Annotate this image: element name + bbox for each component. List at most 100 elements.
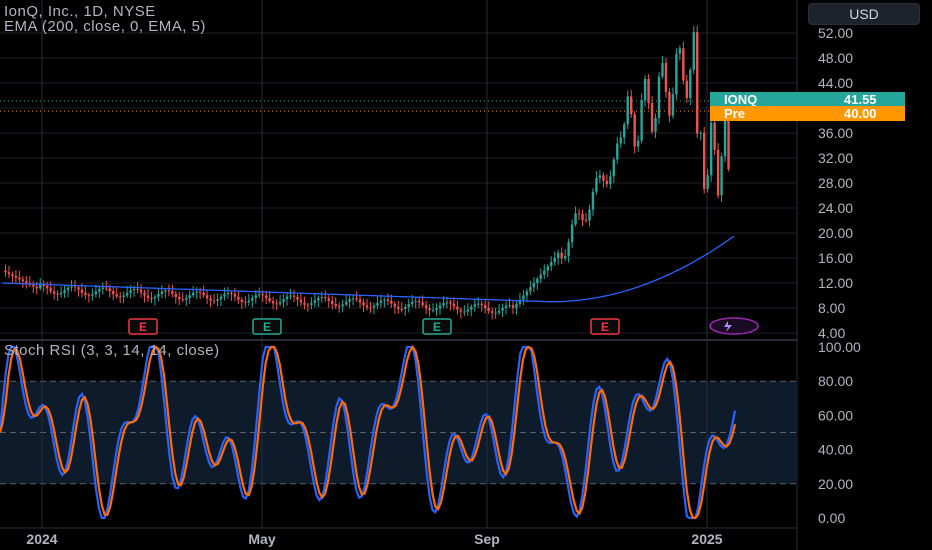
candle-body: [261, 294, 264, 296]
price-axis-label: 44.00: [818, 75, 853, 91]
time-axis-label: May: [248, 531, 275, 547]
chart-canvas[interactable]: 52.00 48.00 44.00 40.00 36.00 32.00 28.00 24.00…: [0, 0, 932, 550]
earnings-marker-label: E: [263, 320, 271, 334]
candle-body: [317, 297, 320, 301]
candle-body: [497, 310, 501, 313]
candle-body: [553, 258, 556, 263]
candle-body: [483, 305, 487, 308]
candle-body: [216, 299, 219, 301]
candle-body: [650, 103, 654, 132]
candle-body: [191, 292, 195, 296]
candle-body: [723, 121, 727, 157]
candle-body: [664, 62, 668, 92]
candle-body: [146, 295, 150, 298]
candle-body: [185, 298, 188, 300]
premarket-label: Pre: [724, 106, 745, 121]
candle-body: [310, 303, 313, 305]
candle-body: [584, 219, 588, 221]
candle-body: [80, 289, 84, 293]
candle-body: [629, 96, 633, 115]
candle-body: [494, 312, 497, 314]
candle-body: [171, 291, 174, 294]
candle-body: [254, 295, 257, 298]
candle-body: [341, 304, 344, 307]
candle-body: [602, 175, 605, 181]
candle-body: [247, 300, 251, 303]
candle-body: [442, 303, 445, 306]
candle-body: [129, 290, 132, 293]
candle-body: [181, 299, 184, 301]
candle-body: [240, 299, 244, 302]
candle-body: [685, 80, 689, 99]
price-axis-label: 52.00: [818, 25, 853, 41]
ema-line: [1, 235, 735, 303]
candle-body: [14, 275, 18, 278]
candle-body: [390, 300, 393, 304]
candle-body: [7, 272, 11, 275]
price-axis-label: 16.00: [818, 250, 853, 266]
candle-body: [202, 292, 205, 296]
candle-body: [709, 122, 713, 176]
candle-body: [696, 32, 699, 134]
candles: [4, 25, 730, 320]
candle-body: [661, 62, 664, 77]
candle-body: [348, 299, 351, 302]
candle-body: [376, 302, 379, 306]
candle-body: [706, 175, 709, 189]
candle-body: [167, 290, 171, 292]
candle-body: [94, 291, 98, 295]
candle-body: [407, 304, 410, 307]
price-axis-label: 24.00: [818, 200, 853, 216]
candle-body: [87, 295, 91, 297]
candle-body: [598, 175, 602, 178]
candle-body: [435, 308, 438, 311]
candle-body: [386, 299, 390, 301]
candle-body: [616, 143, 619, 160]
candle-body: [716, 149, 720, 196]
candle-body: [112, 291, 115, 295]
candle-body: [713, 122, 716, 150]
last-price-value: 41.55: [844, 92, 877, 107]
candle-body: [609, 176, 612, 184]
currency-button[interactable]: USD: [808, 3, 920, 25]
rsi-axis-label: 20.00: [818, 476, 853, 492]
candle-body: [11, 274, 14, 276]
candle-body: [699, 132, 702, 134]
candle-body: [556, 252, 560, 258]
candle-body: [463, 311, 466, 313]
candle-body: [21, 279, 25, 282]
candle-body: [292, 295, 296, 297]
candle-body: [487, 307, 490, 312]
price-axis-label: 48.00: [818, 50, 853, 66]
candle-body: [230, 292, 233, 295]
candle-body: [4, 270, 7, 273]
price-axis-label: 32.00: [818, 150, 853, 166]
candle-body: [397, 306, 400, 309]
candle-body: [77, 287, 80, 290]
candle-body: [153, 296, 157, 299]
candle-body: [570, 224, 574, 243]
candle-body: [226, 292, 230, 295]
candle-body: [244, 301, 247, 303]
candle-body: [480, 303, 483, 306]
candle-body: [567, 242, 570, 256]
candle-body: [157, 294, 160, 297]
candle-body: [42, 285, 45, 287]
candle-body: [358, 299, 362, 303]
candle-body: [223, 294, 226, 297]
rsi-axis-label: 60.00: [818, 407, 853, 423]
candle-body: [508, 305, 511, 307]
candle-body: [70, 286, 73, 288]
candle-body: [393, 303, 397, 307]
candle-body: [428, 308, 431, 311]
candle-body: [560, 252, 563, 259]
candle-body: [581, 213, 584, 220]
ema-indicator-label[interactable]: EMA (200, close, 0, EMA, 5): [4, 18, 206, 35]
earnings-marker-label: E: [601, 320, 609, 334]
candle-body: [59, 292, 63, 295]
candle-body: [671, 94, 675, 116]
candle-body: [258, 294, 261, 296]
candle-body: [445, 302, 449, 304]
stoch-rsi-indicator-label[interactable]: Stoch RSI (3, 3, 14, 14, close): [4, 342, 220, 359]
candle-body: [178, 297, 181, 300]
